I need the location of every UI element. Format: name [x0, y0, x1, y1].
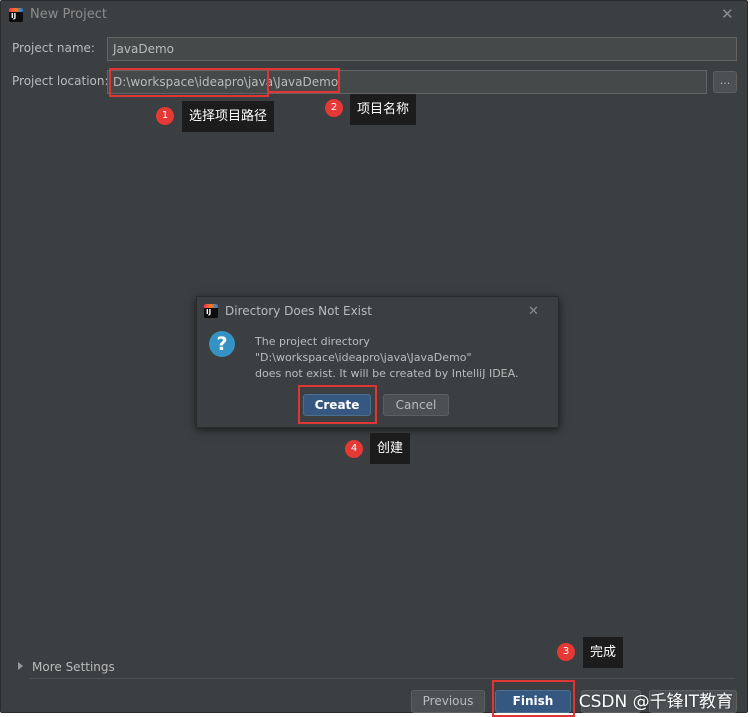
expand-arrow-icon — [18, 662, 23, 670]
annotation-tooltip-3: 完成 — [583, 637, 624, 668]
footer-divider — [29, 678, 735, 679]
new-project-window: IJ New Project ✕ Project name: JavaDemo … — [0, 0, 748, 717]
close-icon[interactable]: ✕ — [721, 7, 734, 22]
dialog-close-icon[interactable]: ✕ — [528, 304, 539, 319]
intellij-idea-icon: IJ — [204, 304, 218, 318]
window-title: New Project — [30, 7, 107, 22]
annotation-badge-1: 1 — [156, 107, 174, 125]
annotation-badge-3: 3 — [557, 643, 575, 661]
intellij-idea-icon: IJ — [9, 8, 23, 22]
more-settings-label: More Settings — [32, 660, 115, 674]
annotation-tooltip-4: 创建 — [370, 433, 411, 464]
dialog-title: Directory Does Not Exist — [225, 304, 372, 318]
title-bar: IJ New Project ✕ — [1, 1, 747, 29]
browse-button[interactable]: ... — [713, 71, 737, 93]
annotation-badge-2: 2 — [325, 99, 343, 117]
directory-not-exist-dialog: IJ Directory Does Not Exist ✕ ? The proj… — [196, 296, 559, 428]
previous-button[interactable]: Previous — [411, 690, 485, 713]
annotation-badge-4: 4 — [345, 440, 363, 458]
question-icon: ? — [209, 331, 235, 357]
cancel-button[interactable]: Cancel — [383, 394, 449, 416]
project-name-label: Project name: — [12, 41, 95, 55]
annotation-tooltip-1: 选择项目路径 — [182, 101, 275, 132]
annotation-tooltip-2: 项目名称 — [350, 94, 417, 125]
dialog-message-line-1: The project directory — [255, 335, 370, 348]
dialog-message-line-3: does not exist. It will be created by In… — [255, 367, 519, 380]
csdn-watermark: CSDN @千锋IT教育 — [578, 692, 733, 712]
project-name-input[interactable]: JavaDemo — [107, 37, 737, 61]
annotation-box-path — [109, 68, 269, 97]
annotation-box-name — [267, 68, 340, 93]
project-location-label: Project location: — [12, 74, 109, 88]
annotation-box-finish — [492, 680, 575, 717]
dialog-message-line-2: "D:\workspace\ideapro\java\JavaDemo" — [255, 351, 472, 364]
annotation-box-create — [298, 385, 377, 424]
more-settings-toggle[interactable]: More Settings — [18, 660, 115, 674]
